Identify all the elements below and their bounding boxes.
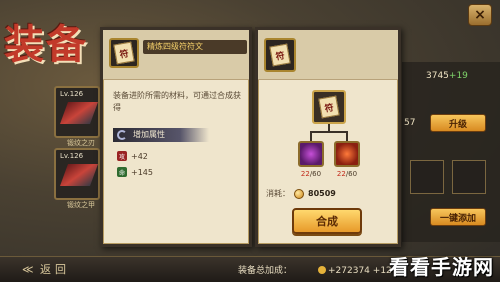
- back-arrow-icon[interactable]: ≪: [22, 263, 34, 276]
- back-button[interactable]: 返回: [40, 261, 70, 277]
- craft-button[interactable]: 合成: [292, 208, 362, 234]
- cost-value: 80509: [308, 189, 336, 198]
- auto-add-button[interactable]: 一键添加: [430, 208, 486, 226]
- cost-label: 消耗：: [266, 189, 290, 198]
- site-watermark: 看看手游网: [389, 255, 494, 279]
- power-value: 3745+19: [426, 71, 468, 81]
- tree-connector: [310, 131, 312, 141]
- equipment-slot-armor[interactable]: Lv.126 锻纹之甲: [54, 148, 100, 209]
- health-icon: 命: [117, 167, 127, 177]
- material-count: 22/60: [300, 170, 322, 178]
- item-description: 装备进阶所需的材料，可通过合成获得: [113, 91, 241, 112]
- tree-connector: [346, 131, 348, 141]
- sword-icon: [59, 102, 99, 124]
- rune-scroll-icon: 符: [264, 38, 296, 72]
- material-count: 22/60: [336, 170, 358, 178]
- screen-title: 装备: [4, 21, 88, 68]
- craft-target-icon[interactable]: 符: [312, 90, 346, 124]
- stat-value: 57: [404, 118, 416, 128]
- coin-icon: [294, 188, 304, 199]
- armor-icon: [59, 164, 99, 186]
- item-card[interactable]: [410, 160, 444, 194]
- gold-coin-icon: [318, 266, 326, 274]
- craft-cost: 消耗： 80509: [266, 188, 394, 199]
- craft-panel: 符 符 22/60 22/60 消耗： 80509 合成: [255, 27, 401, 247]
- equipment-slot-weapon[interactable]: Lv.126 锻纹之刃: [54, 86, 100, 147]
- slot-name: 锻纹之甲: [67, 201, 95, 209]
- attack-icon: 攻: [117, 151, 127, 161]
- attribute-row-attack: 攻 +42: [117, 150, 148, 162]
- upgrade-button[interactable]: 升级: [430, 114, 486, 132]
- attribute-value: +42: [131, 151, 148, 161]
- slot-name: 锻纹之刃: [67, 139, 95, 147]
- slot-level: Lv.126: [60, 90, 84, 98]
- material-red-rune-icon[interactable]: [334, 141, 360, 167]
- tree-connector: [310, 131, 348, 133]
- item-info-panel: 符 精炼四级符符文 装备进阶所需的材料，可通过合成获得 增加属性 攻 +42 命…: [100, 27, 252, 247]
- item-card[interactable]: [452, 160, 486, 194]
- close-icon[interactable]: ×: [468, 4, 492, 26]
- attribute-row-health: 命 +145: [117, 166, 153, 178]
- attribute-value: +145: [131, 167, 153, 177]
- slot-level: Lv.126: [60, 152, 84, 160]
- total-bonus-label: 装备总加成：: [238, 266, 293, 276]
- swirl-icon: [117, 130, 127, 140]
- attribute-header: 增加属性: [113, 128, 209, 142]
- item-name: 精炼四级符符文: [143, 40, 247, 54]
- rune-scroll-icon: 符: [109, 38, 139, 68]
- total-bonus-value: +272374 +12: [318, 266, 392, 276]
- material-purple-rune-icon[interactable]: [298, 141, 324, 167]
